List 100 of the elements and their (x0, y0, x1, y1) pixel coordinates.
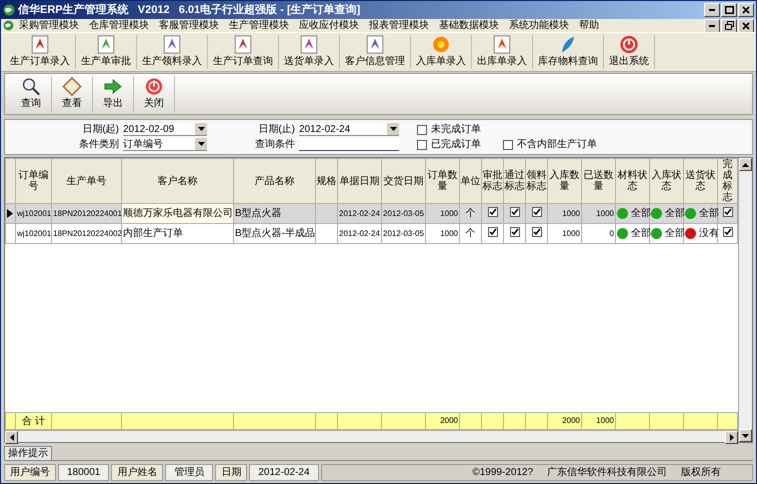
column-header[interactable]: 审批标志 (482, 158, 504, 204)
column-header[interactable]: 订单编号 (16, 158, 52, 204)
checkbox[interactable] (503, 140, 513, 150)
menu-item[interactable]: 系统功能模块 (504, 20, 574, 32)
toolbar-button[interactable]: 出库单录入 (472, 35, 533, 69)
status-value: 管理员 (165, 464, 214, 481)
minimize-icon (709, 24, 715, 26)
menu-item[interactable]: 应收应付模块 (294, 20, 364, 32)
checkbox[interactable] (722, 207, 732, 217)
window-title: 信华ERP生产管理系统 V2012 6.01电子行业超强版 - [生产订单查询] (18, 2, 362, 18)
checkbox[interactable] (488, 227, 498, 237)
toolbar-button[interactable]: 生产订单录入 (5, 35, 76, 69)
dropdown-field[interactable]: 2012-02-24 (299, 123, 399, 136)
table-cell: wj102001 (17, 208, 52, 218)
arrow-up-icon (742, 162, 749, 166)
column-header[interactable]: 规格 (316, 158, 338, 204)
document-icon (298, 35, 320, 54)
toolbar-button[interactable]: 生产领料录入 (137, 35, 208, 69)
column-header[interactable]: 订单数量 (426, 158, 460, 204)
menu-item[interactable]: 采购管理模块 (14, 20, 84, 32)
document-icon (95, 35, 117, 54)
company-name: 广东信华软件科技有限公司 (547, 466, 668, 480)
checkbox[interactable] (417, 140, 427, 150)
scroll-right-button[interactable] (725, 431, 738, 444)
column-header[interactable]: 客户名称 (122, 158, 234, 204)
column-header[interactable]: 送货状态 (684, 158, 718, 204)
table-cell: 2012-02-24 (339, 228, 380, 238)
table-cell: 个 (466, 228, 476, 239)
table-cell: B型点火器 (235, 208, 282, 219)
status-label: 用户姓名 (111, 464, 164, 481)
hint-tab[interactable]: 操作提示 (4, 446, 52, 460)
scroll-down-button[interactable] (739, 429, 752, 442)
column-header[interactable]: 完成标志 (718, 158, 738, 204)
column-header[interactable]: 已送数量 (582, 158, 616, 204)
checkbox[interactable] (532, 207, 542, 217)
table-cell: 个 (466, 208, 476, 219)
menu-item[interactable]: 报表管理模块 (364, 20, 434, 32)
table-cell: 1000 (562, 208, 580, 218)
scroll-up-button[interactable] (739, 158, 752, 171)
dropdown-field[interactable]: 订单编号 (123, 138, 207, 151)
menu-item[interactable]: 帮助 (574, 20, 604, 32)
table-cell: 1000 (562, 228, 580, 238)
close-icon (742, 6, 750, 14)
minimize-button[interactable] (704, 18, 720, 32)
rights-text: 版权所有 (681, 466, 722, 480)
toolbar-button[interactable]: 关闭 (134, 76, 175, 112)
column-header[interactable]: 入库状态 (650, 158, 684, 204)
toolbar-button[interactable]: 生产单审批 (76, 35, 137, 69)
toolbar-button[interactable]: 查询 (11, 76, 52, 112)
toolbar-button[interactable]: 客户信息管理 (340, 35, 411, 69)
column-header[interactable]: 生产单号 (52, 158, 122, 204)
checkbox[interactable] (417, 124, 427, 134)
column-header[interactable]: 交货日期 (382, 158, 426, 204)
table-cell: 1000 (440, 208, 458, 218)
column-header[interactable]: 单据日期 (338, 158, 382, 204)
close-button[interactable] (738, 18, 754, 32)
toolbar-button[interactable]: 退出系统 (604, 35, 655, 69)
checkbox[interactable] (488, 207, 498, 217)
checkbox[interactable] (532, 227, 542, 237)
arrow-right-icon (730, 434, 734, 441)
check-icon (532, 208, 540, 216)
document-icon (29, 35, 51, 54)
checkbox[interactable] (510, 207, 520, 217)
toolbar-button[interactable]: 入库单录入 (411, 35, 472, 69)
column-header[interactable]: 单位 (460, 158, 482, 204)
close-button[interactable] (738, 3, 754, 17)
restore-button[interactable] (721, 18, 737, 32)
menu-item[interactable]: 基础数据模块 (434, 20, 504, 32)
document-icon (232, 35, 254, 54)
maximize-button[interactable] (721, 3, 737, 17)
menu-item[interactable]: 客服管理模块 (154, 20, 224, 32)
status-label: 全部 (631, 208, 651, 219)
menu-item[interactable]: 仓库管理模块 (84, 20, 154, 32)
checkbox-label: 未完成订单 (431, 122, 482, 137)
table-cell: 2012-02-24 (339, 208, 380, 218)
menu-item[interactable]: 生产管理模块 (224, 20, 294, 32)
column-header[interactable]: 领料标志 (526, 158, 548, 204)
dropdown-field[interactable]: 2012-02-09 (123, 123, 207, 136)
toolbar-button[interactable]: 导出 (93, 76, 134, 112)
minimize-button[interactable] (704, 3, 720, 17)
check-icon (488, 228, 496, 236)
maximize-icon (724, 6, 734, 14)
arrow-left-icon (10, 434, 14, 441)
status-value: 2012-02-24 (249, 464, 319, 481)
table-row[interactable]: wj102001 18PN20120224001顺德万家乐电器有限公司 B型点火器 2012-02-24 2012-03-05 1000 个 1000 1000 全部 全部 全部 (6, 204, 738, 224)
column-header[interactable]: 通过标志 (504, 158, 526, 204)
table-cell: 1000 (596, 208, 614, 218)
total-cell: 合 计 (22, 416, 45, 426)
column-header[interactable]: 材料状态 (616, 158, 650, 204)
checkbox[interactable] (510, 227, 520, 237)
input-field[interactable] (299, 138, 399, 151)
scroll-left-button[interactable] (5, 431, 18, 444)
toolbar-button[interactable]: 生产订单查询 (208, 35, 279, 69)
toolbar-button[interactable]: 送货单录入 (279, 35, 340, 69)
column-header[interactable]: 产品名称 (234, 158, 316, 204)
toolbar-button[interactable]: 查看 (52, 76, 93, 112)
column-header[interactable]: 入库数量 (548, 158, 582, 204)
checkbox[interactable] (722, 227, 732, 237)
field-label: 条件类别 (79, 138, 119, 152)
toolbar-button[interactable]: 库存物料查询 (533, 35, 604, 69)
